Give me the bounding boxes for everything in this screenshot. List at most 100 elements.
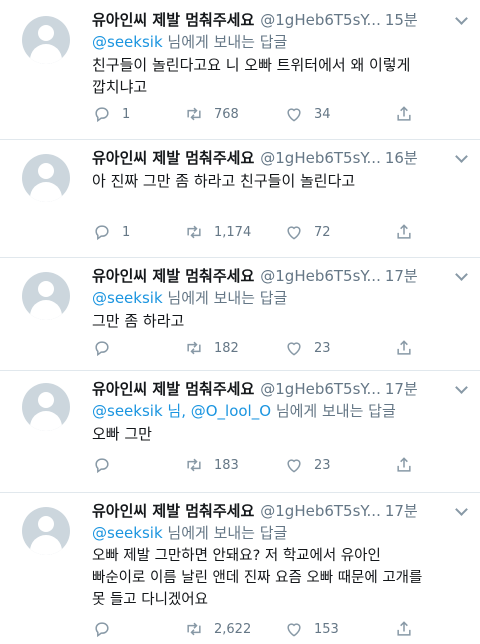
display-name[interactable]: 유아인씨 제발 멈춰주세요	[92, 10, 254, 30]
timestamp[interactable]: 16분	[385, 148, 418, 168]
reply-context: @seeksik 님에게 보내는 답글	[92, 523, 466, 543]
like-count: 23	[314, 457, 331, 473]
share-icon	[397, 224, 411, 239]
mention-link[interactable]: @seeksik 님, @O_lool_O	[92, 402, 271, 420]
tweet-actions: 2,622 153	[92, 619, 452, 639]
tweet-text-line: 오빠 제발 그만하면 안돼요? 저 학교에서 유아인	[92, 548, 381, 564]
tweet[interactable]: 유아인씨 제발 멈춰주세요 @1gHeb6T5sY... 17분 @seeksi…	[0, 493, 480, 644]
retweet-icon	[187, 341, 201, 355]
retweet-button[interactable]: 183	[184, 455, 284, 475]
tweet-text: 그만 좀 하라고	[92, 310, 466, 332]
mention-link[interactable]: @seeksik	[92, 33, 163, 51]
tweet[interactable]: 유아인씨 제발 멈춰주세요 @1gHeb6T5sY... 15분 @seeksi…	[0, 0, 480, 140]
tweet-header: 유아인씨 제발 멈춰주세요 @1gHeb6T5sY... 17분	[92, 501, 466, 521]
tweet-header: 유아인씨 제발 멈춰주세요 @1gHeb6T5sY... 15분	[92, 10, 466, 30]
like-button[interactable]: 72	[284, 222, 394, 242]
mention-link[interactable]: @seeksik	[92, 524, 163, 542]
retweet-button[interactable]: 182	[184, 338, 284, 358]
reply-button[interactable]: 1	[92, 104, 184, 124]
reply-icon	[95, 622, 109, 638]
share-button[interactable]	[394, 338, 424, 358]
share-button[interactable]	[394, 104, 424, 124]
retweet-icon	[187, 622, 201, 636]
reply-button[interactable]	[92, 455, 184, 475]
tweet-actions: 1 768 34	[92, 104, 452, 124]
reply-icon	[95, 107, 109, 123]
share-icon	[397, 106, 411, 121]
tweet-feed: 유아인씨 제발 멈춰주세요 @1gHeb6T5sY... 15분 @seeksi…	[0, 0, 480, 644]
timestamp[interactable]: 17분	[385, 379, 418, 399]
share-button[interactable]	[394, 455, 424, 475]
reply-context: @seeksik 님, @O_lool_O 님에게 보내는 답글	[92, 401, 466, 421]
timestamp[interactable]: 17분	[385, 266, 418, 286]
reply-context-label: 님에게 보내는 답글	[162, 33, 288, 51]
retweet-icon	[187, 458, 201, 472]
tweet-actions: 183 23	[92, 455, 452, 475]
reply-context-label: 님에게 보내는 답글	[271, 402, 396, 420]
tweet-actions: 182 23	[92, 338, 452, 358]
display-name[interactable]: 유아인씨 제발 멈춰주세요	[92, 266, 254, 286]
tweet-text-line: 오빠 그만	[92, 425, 152, 443]
reply-icon	[95, 458, 109, 474]
heart-icon	[287, 226, 301, 240]
tweet[interactable]: 유아인씨 제발 멈춰주세요 @1gHeb6T5sY... 16분 아 진짜 그만…	[0, 140, 480, 258]
timestamp[interactable]: 17분	[385, 501, 418, 521]
reply-button[interactable]	[92, 338, 184, 358]
tweet[interactable]: 유아인씨 제발 멈춰주세요 @1gHeb6T5sY... 17분 @seeksi…	[0, 371, 480, 493]
default-profile-icon[interactable]	[22, 154, 70, 202]
default-profile-icon[interactable]	[22, 507, 70, 555]
tweet-actions: 1 1,174 72	[92, 222, 452, 242]
tweet-header: 유아인씨 제발 멈춰주세요 @1gHeb6T5sY... 16분	[92, 148, 466, 168]
display-name[interactable]: 유아인씨 제발 멈춰주세요	[92, 148, 254, 168]
share-icon	[397, 621, 411, 636]
retweet-count: 768	[214, 106, 239, 122]
reply-icon	[95, 341, 109, 357]
tweet-text: 오빠 그만	[92, 423, 466, 445]
tweet-text: 친구들이 놀린다고요 니 오빠 트위터에서 왜 이렇게 깝치냐고	[92, 54, 466, 98]
like-button[interactable]: 34	[284, 104, 394, 124]
user-handle[interactable]: @1gHeb6T5sY...	[260, 10, 381, 30]
default-profile-icon[interactable]	[22, 16, 70, 64]
display-name[interactable]: 유아인씨 제발 멈춰주세요	[92, 501, 254, 521]
retweet-button[interactable]: 1,174	[184, 222, 284, 242]
retweet-icon	[187, 225, 201, 239]
reply-count: 1	[122, 224, 131, 240]
reply-context: @seeksik 님에게 보내는 답글	[92, 288, 466, 308]
share-icon	[397, 457, 411, 472]
like-button[interactable]: 153	[284, 619, 394, 639]
reply-button[interactable]	[92, 619, 184, 639]
share-button[interactable]	[394, 222, 424, 242]
tweet-text-line: 그만 좀 하라고	[92, 312, 185, 330]
reply-context: @seeksik 님에게 보내는 답글	[92, 32, 466, 52]
retweet-count: 183	[214, 457, 239, 473]
user-handle[interactable]: @1gHeb6T5sY...	[260, 379, 381, 399]
tweet-text: 오빠 제발 그만하면 안돼요? 저 학교에서 유아인 빠순이로 이름 날린 앤데…	[92, 545, 466, 611]
default-profile-icon[interactable]	[22, 383, 70, 431]
like-count: 72	[314, 224, 331, 240]
display-name[interactable]: 유아인씨 제발 멈춰주세요	[92, 379, 254, 399]
timestamp[interactable]: 15분	[385, 10, 418, 30]
default-profile-icon[interactable]	[22, 272, 70, 320]
tweet-text-line: 빠순이로 이름 날린 앤데 진짜 요즘 오빠 때문에 고개를	[92, 570, 423, 586]
retweet-count: 1,174	[214, 224, 252, 240]
tweet-text-line: 못 들고 다니겠어요	[92, 592, 208, 608]
like-count: 23	[314, 340, 331, 356]
user-handle[interactable]: @1gHeb6T5sY...	[260, 501, 381, 521]
reply-icon	[95, 225, 109, 241]
reply-button[interactable]: 1	[92, 222, 184, 242]
user-handle[interactable]: @1gHeb6T5sY...	[260, 148, 381, 168]
like-button[interactable]: 23	[284, 455, 394, 475]
share-icon	[397, 340, 411, 355]
share-button[interactable]	[394, 619, 424, 639]
retweet-count: 182	[214, 340, 239, 356]
retweet-button[interactable]: 2,622	[184, 619, 284, 639]
tweet[interactable]: 유아인씨 제발 멈춰주세요 @1gHeb6T5sY... 17분 @seeksi…	[0, 258, 480, 371]
like-count: 153	[314, 621, 339, 637]
like-button[interactable]: 23	[284, 338, 394, 358]
reply-context-label: 님에게 보내는 답글	[162, 524, 288, 542]
user-handle[interactable]: @1gHeb6T5sY...	[260, 266, 381, 286]
like-count: 34	[314, 106, 331, 122]
heart-icon	[287, 623, 301, 637]
retweet-button[interactable]: 768	[184, 104, 284, 124]
mention-link[interactable]: @seeksik	[92, 289, 163, 307]
